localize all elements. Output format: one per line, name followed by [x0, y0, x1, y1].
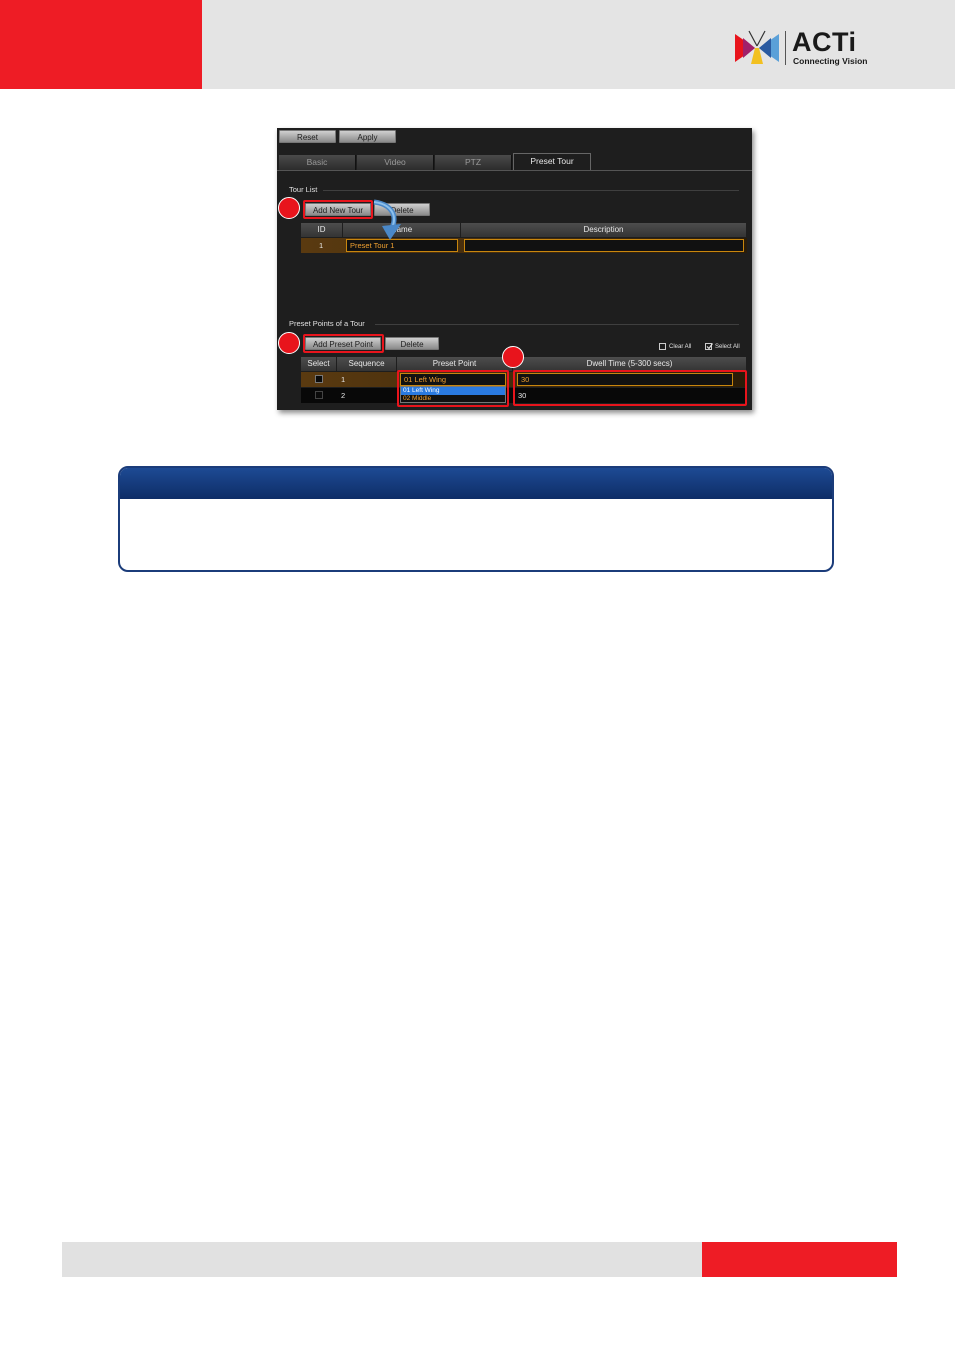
- header-red-block: [0, 0, 202, 89]
- tab-video[interactable]: Video: [357, 155, 434, 170]
- apply-button[interactable]: Apply: [339, 130, 396, 143]
- highlight-add-new-tour: [303, 200, 373, 219]
- row-1-select-checkbox[interactable]: [315, 375, 323, 383]
- col-preset-point: Preset Point: [397, 357, 513, 371]
- preset-table-header: Select Sequence Preset Point Dwell Time …: [301, 357, 747, 371]
- tab-basic[interactable]: Basic: [279, 155, 356, 170]
- tour-list-rule: [323, 190, 739, 191]
- row-2-select-checkbox[interactable]: [315, 391, 323, 399]
- footer-page-block: [702, 1242, 897, 1277]
- logo-tagline: Connecting Vision: [793, 56, 868, 66]
- clear-all-label: Clear All: [669, 344, 692, 350]
- tab-divider: [277, 170, 752, 171]
- step-badge-2: [278, 332, 300, 354]
- preset-points-title: Preset Points of a Tour: [289, 319, 365, 328]
- select-all-checkbox[interactable]: [705, 343, 713, 350]
- acti-logo: ACTi Connecting Vision: [735, 27, 875, 68]
- col-dwell-time: Dwell Time (5-300 secs): [513, 357, 747, 371]
- footer-bar: [62, 1242, 702, 1277]
- col-id: ID: [301, 223, 343, 237]
- step-badge-3: [502, 346, 524, 368]
- note-box: [118, 466, 834, 572]
- logo-wordmark: ACTi: [792, 27, 857, 57]
- delete-preset-point-button[interactable]: Delete: [385, 337, 439, 350]
- preset-tour-screenshot: Reset Apply Basic Video PTZ Preset Tour …: [277, 128, 752, 410]
- tab-ptz[interactable]: PTZ: [435, 155, 512, 170]
- row-1-sequence: 1: [341, 375, 346, 384]
- highlight-add-preset-point: [303, 334, 384, 353]
- tab-preset-tour[interactable]: Preset Tour: [513, 153, 591, 171]
- col-select: Select: [301, 357, 337, 371]
- logo-separator: [785, 31, 786, 65]
- tour-id-cell: 1: [319, 241, 324, 250]
- step-badge-1: [278, 197, 300, 219]
- row-2-sequence: 2: [341, 391, 346, 400]
- highlight-preset-point: [397, 370, 509, 407]
- note-header: [120, 468, 832, 499]
- col-description: Description: [461, 223, 747, 237]
- select-all-label: Select All: [715, 344, 740, 350]
- tour-description-field[interactable]: [464, 239, 744, 252]
- reset-button[interactable]: Reset: [279, 130, 336, 143]
- col-sequence: Sequence: [337, 357, 397, 371]
- preset-points-rule: [375, 324, 739, 325]
- tour-list-title: Tour List: [289, 185, 318, 194]
- highlight-dwell-time: [513, 370, 747, 406]
- checkmark-icon: [706, 343, 713, 350]
- curved-arrow-icon: [373, 199, 401, 240]
- clear-all-checkbox[interactable]: [659, 343, 666, 350]
- tour-table-header: ID Name Description: [301, 223, 747, 237]
- butterfly-logo-icon: [735, 30, 779, 64]
